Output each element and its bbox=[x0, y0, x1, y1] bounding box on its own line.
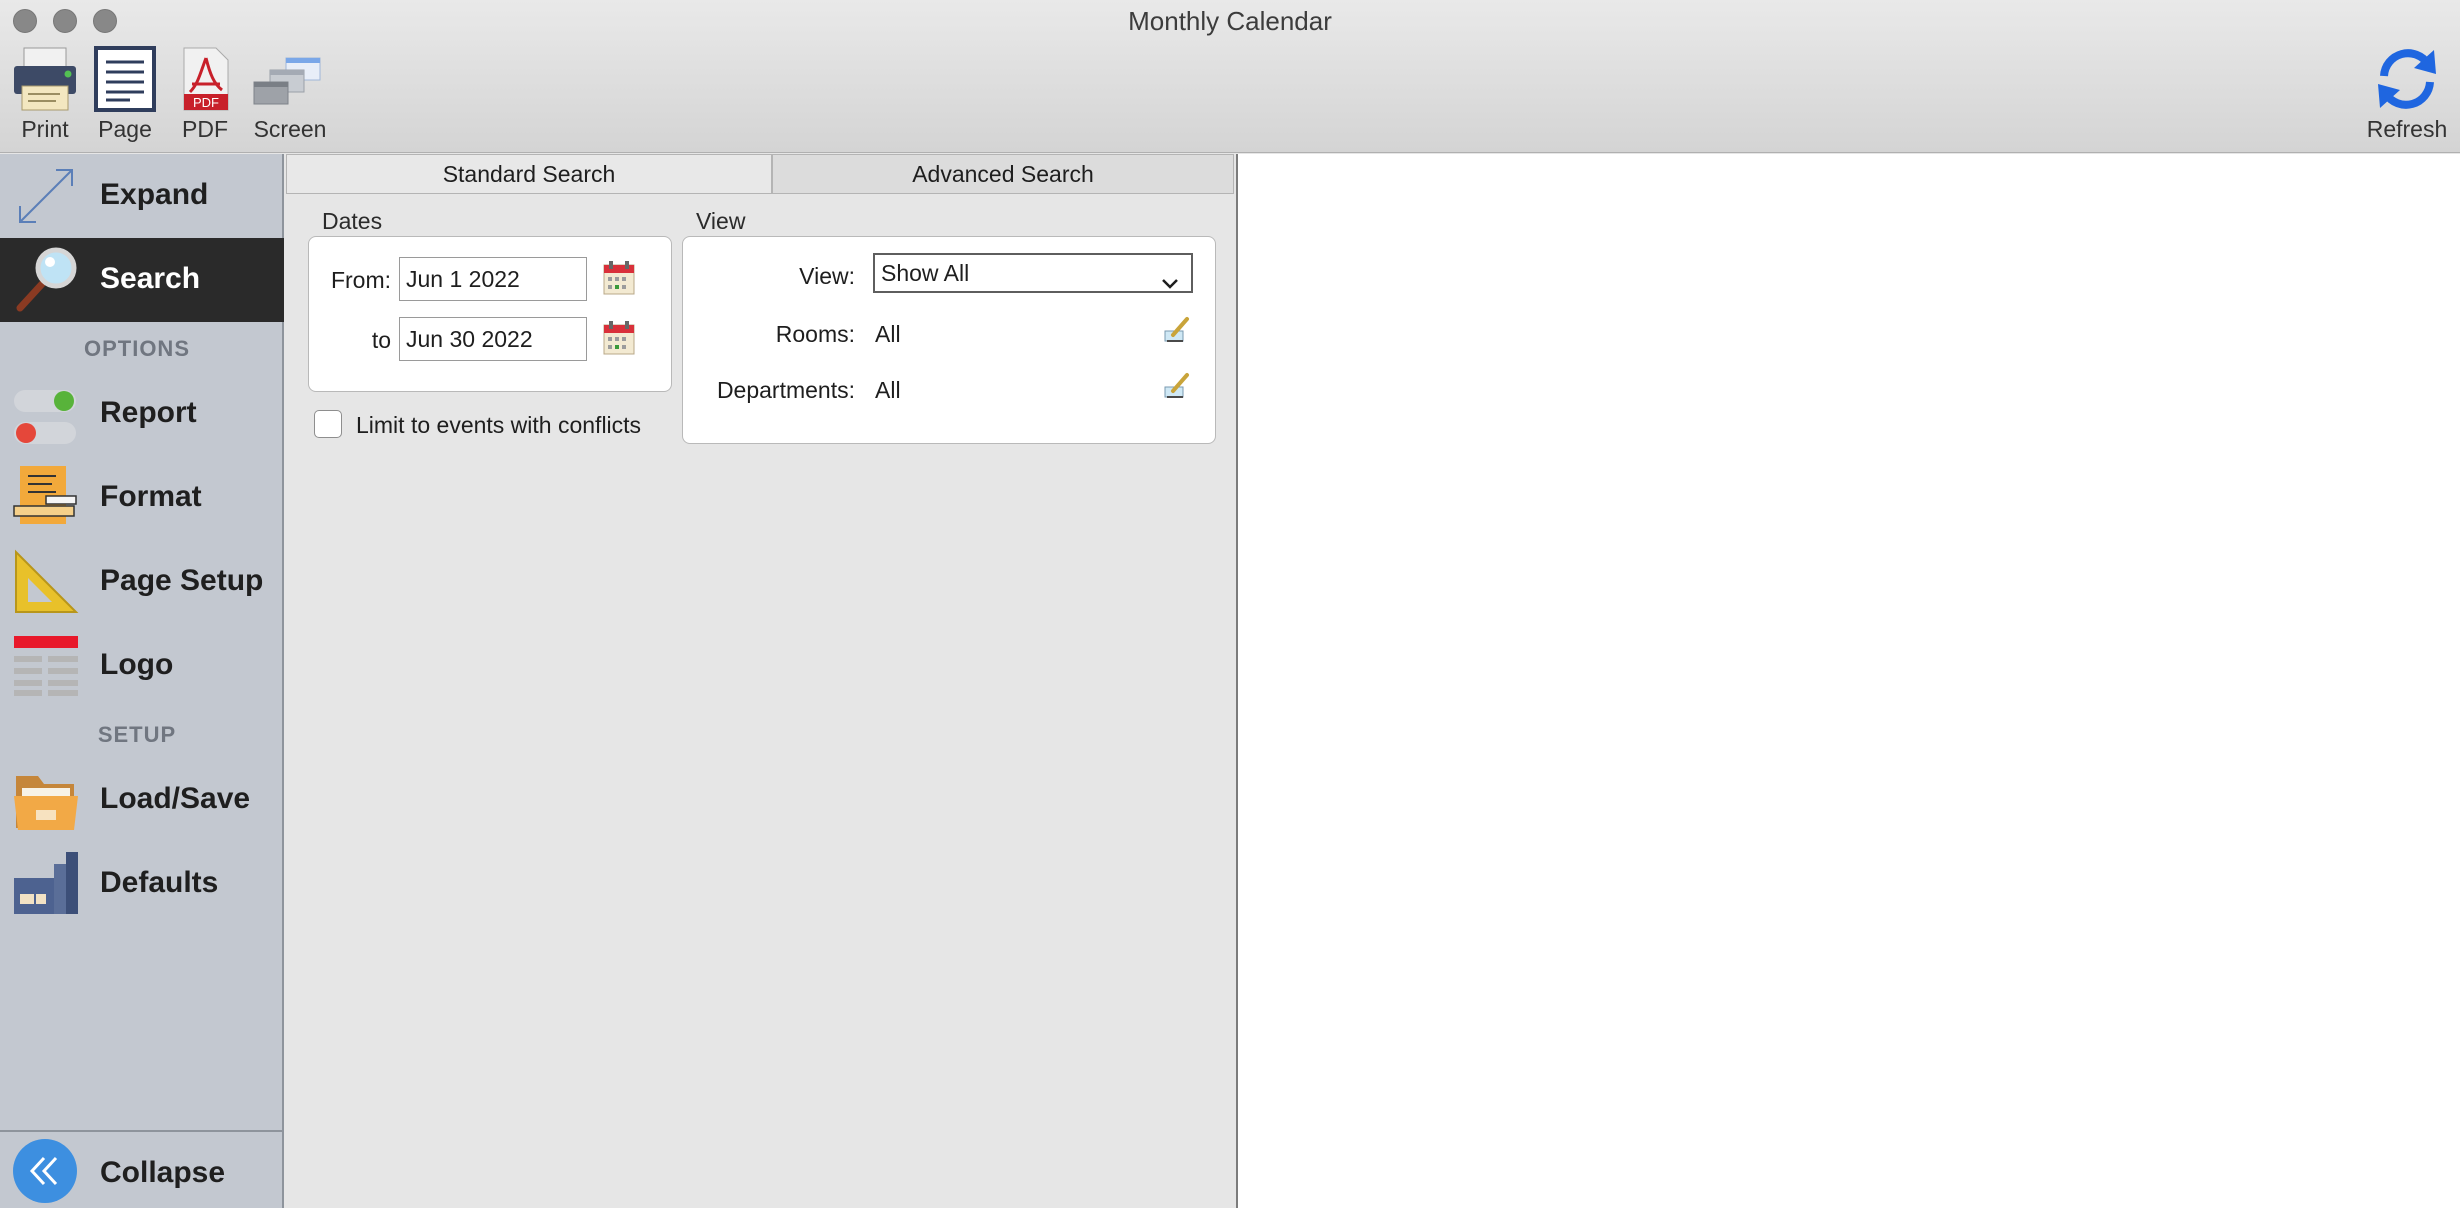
sidebar-item-search[interactable]: Search bbox=[0, 238, 284, 322]
from-calendar-icon[interactable] bbox=[603, 261, 635, 295]
setup-section-header: SETUP bbox=[97, 722, 177, 747]
toggle-switches-icon bbox=[12, 380, 80, 448]
factory-icon bbox=[12, 850, 80, 918]
sidebar-collapse-button[interactable]: Collapse bbox=[0, 1130, 284, 1208]
tab-advanced-search[interactable]: Advanced Search bbox=[772, 154, 1234, 194]
tab-standard-search[interactable]: Standard Search bbox=[286, 154, 772, 194]
screen-button[interactable]: Screen bbox=[250, 44, 330, 143]
expand-arrows-icon bbox=[12, 162, 80, 230]
view-select-value: Show All bbox=[881, 260, 970, 286]
departments-label: Departments: bbox=[716, 377, 855, 403]
sidebar-item-load-save[interactable]: Load/Save bbox=[0, 758, 284, 842]
conflicts-label: Limit to events with conflicts bbox=[356, 412, 642, 438]
view-select[interactable]: Show All bbox=[873, 253, 1193, 293]
sidebar-item-defaults[interactable]: Defaults bbox=[0, 842, 284, 926]
rooms-edit-brush-icon[interactable] bbox=[1161, 315, 1191, 345]
to-date-input[interactable]: Jun 30 2022 bbox=[399, 317, 587, 361]
refresh-button[interactable]: Refresh bbox=[2362, 44, 2452, 143]
format-ruler-pencil-icon bbox=[12, 464, 80, 532]
dates-group-label: Dates bbox=[322, 208, 383, 234]
sidebar-item-logo[interactable]: Logo bbox=[0, 624, 284, 708]
view-group-label: View bbox=[696, 208, 746, 234]
pdf-button[interactable]: PDF PDF bbox=[170, 44, 240, 143]
departments-edit-brush-icon[interactable] bbox=[1161, 371, 1191, 401]
rooms-label: Rooms: bbox=[775, 321, 855, 347]
svg-text:PDF: PDF bbox=[193, 95, 219, 110]
sidebar: Expand Search OPTIONS Report Format Page… bbox=[0, 154, 284, 1208]
logo-banner-icon bbox=[12, 632, 80, 700]
printer-icon bbox=[10, 44, 80, 114]
options-section-header: OPTIONS bbox=[83, 336, 190, 361]
print-button[interactable]: Print bbox=[10, 44, 80, 143]
page-button[interactable]: Page bbox=[90, 44, 160, 143]
search-panel: Standard Search Advanced Search Dates Fr… bbox=[286, 154, 1236, 1208]
refresh-icon bbox=[2372, 44, 2442, 114]
report-preview-area[interactable] bbox=[1236, 154, 2460, 1208]
folder-icon bbox=[12, 766, 80, 834]
sidebar-item-expand[interactable]: Expand bbox=[0, 154, 284, 238]
conflicts-checkbox[interactable] bbox=[314, 410, 342, 438]
screen-windows-icon bbox=[250, 44, 330, 114]
sidebar-item-report[interactable]: Report bbox=[0, 372, 284, 456]
to-calendar-icon[interactable] bbox=[603, 321, 635, 355]
from-date-input[interactable]: Jun 1 2022 bbox=[399, 257, 587, 301]
dates-group: From: Jun 1 2022 to Jun 30 2022 bbox=[308, 236, 672, 392]
double-chevron-left-icon bbox=[12, 1138, 78, 1204]
pdf-icon: PDF bbox=[170, 44, 240, 114]
view-label: View: bbox=[799, 263, 855, 289]
page-icon bbox=[90, 44, 160, 114]
sidebar-item-format[interactable]: Format bbox=[0, 456, 284, 540]
view-group: View: Show All Rooms: All Departments: A… bbox=[682, 236, 1216, 444]
sidebar-item-page-setup[interactable]: Page Setup bbox=[0, 540, 284, 624]
to-label: to bbox=[371, 327, 391, 353]
window-title: Monthly Calendar bbox=[1128, 6, 1332, 36]
collapse-label: Collapse bbox=[100, 1156, 226, 1189]
departments-value: All bbox=[875, 377, 901, 403]
magnifier-icon bbox=[12, 246, 80, 314]
set-square-icon bbox=[12, 548, 80, 616]
rooms-value: All bbox=[875, 321, 901, 347]
chevron-down-icon bbox=[1161, 265, 1179, 301]
from-label: From: bbox=[330, 267, 391, 293]
title-bar: Monthly Calendar Print Page PDF PDF Scre… bbox=[0, 0, 2460, 153]
